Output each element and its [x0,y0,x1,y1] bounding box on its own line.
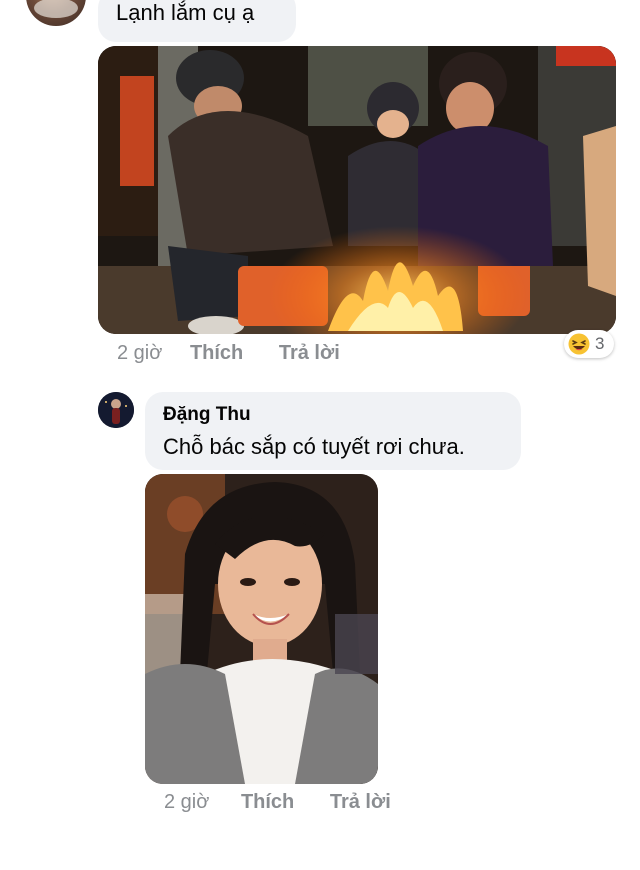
comment-time: 2 giờ [164,791,210,813]
comment-text: Lạnh lắm cụ ạ [116,0,255,25]
reply-button[interactable]: Trả lời [279,342,340,364]
comment-photo-fire[interactable] [98,46,616,334]
comment-meta-row: 2 giờ Thích Trả lời [164,791,391,814]
commenter-avatar[interactable] [26,0,86,26]
like-button[interactable]: Thích [241,791,294,813]
laughing-emoji-icon [568,333,590,355]
comment-text: Chỗ bác sắp có tuyết rơi chưa. [163,434,465,459]
commenter-avatar[interactable] [98,392,134,428]
avatar-image [98,392,134,428]
comment-author[interactable]: Đặng Thu [163,404,251,426]
like-button[interactable]: Thích [190,342,243,364]
comment-photo-selfie[interactable] [145,474,378,784]
reaction-summary[interactable]: 3 [564,330,614,358]
comment-bubble: Lạnh lắm cụ ạ [98,0,296,42]
photo-illustration [145,474,378,784]
comment-time: 2 giờ [117,342,163,364]
reaction-count: 3 [595,334,605,353]
comment-meta-row: 2 giờ Thích Trả lời [117,342,340,365]
comment-bubble: Đặng Thu Chỗ bác sắp có tuyết rơi chưa. [145,392,521,470]
reply-button[interactable]: Trả lời [330,791,391,813]
photo-illustration [98,46,616,334]
